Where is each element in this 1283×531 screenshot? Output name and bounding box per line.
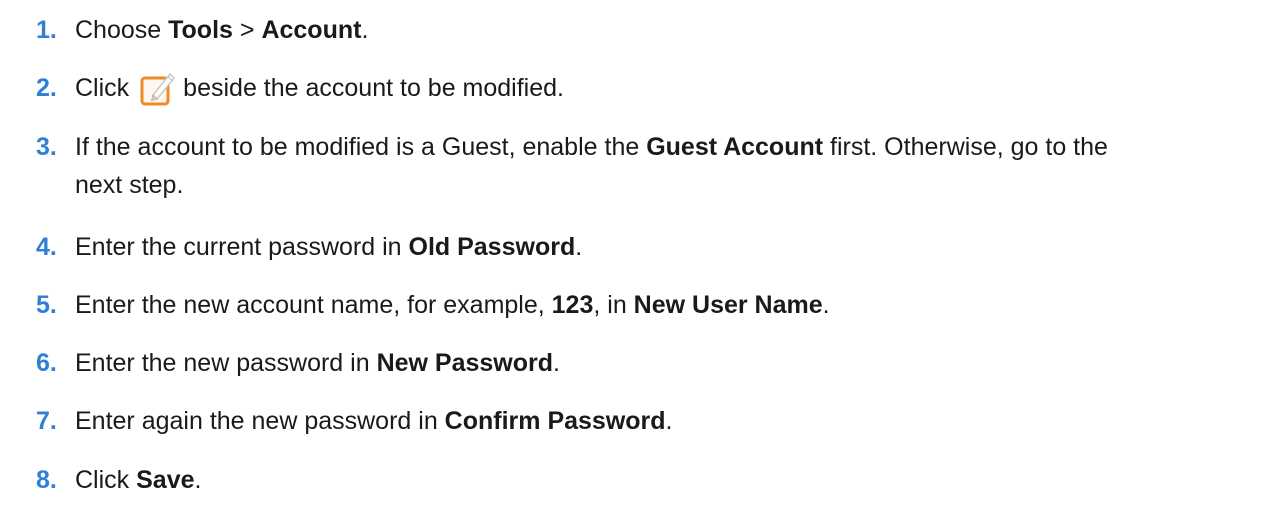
step-number: 4. xyxy=(36,233,57,261)
step-text: Enter the new account name, for example,… xyxy=(75,291,830,319)
save-label: Save xyxy=(136,466,195,494)
step-number: 8. xyxy=(36,466,57,494)
step-text: Click beside the account to be modified. xyxy=(75,69,1275,107)
step-number: 1. xyxy=(36,16,57,44)
step-number: 7. xyxy=(36,407,57,435)
step-text: If the account to be modified is a Guest… xyxy=(75,128,1275,204)
step-number: 2. xyxy=(36,74,57,102)
menu-account: Account xyxy=(261,16,362,44)
menu-tools: Tools xyxy=(168,16,233,44)
new-user-name-label: New User Name xyxy=(633,291,823,319)
example-username: 123 xyxy=(551,291,594,319)
confirm-password-label: Confirm Password xyxy=(444,407,666,435)
step-text: Click Save. xyxy=(75,466,202,494)
guest-account-label: Guest Account xyxy=(646,133,824,161)
step-text: Choose Tools > Account. xyxy=(75,16,369,44)
edit-icon xyxy=(139,69,177,107)
step-number: 6. xyxy=(36,349,57,377)
old-password-label: Old Password xyxy=(408,233,576,261)
step-text: Enter the new password in New Password. xyxy=(75,349,560,377)
new-password-label: New Password xyxy=(376,349,554,377)
step-text: Enter again the new password in Confirm … xyxy=(75,407,673,435)
step-number: 5. xyxy=(36,291,57,319)
step-text: Enter the current password in Old Passwo… xyxy=(75,233,583,261)
step-number: 3. xyxy=(36,133,57,161)
step-text-continued: next step. xyxy=(75,171,184,199)
